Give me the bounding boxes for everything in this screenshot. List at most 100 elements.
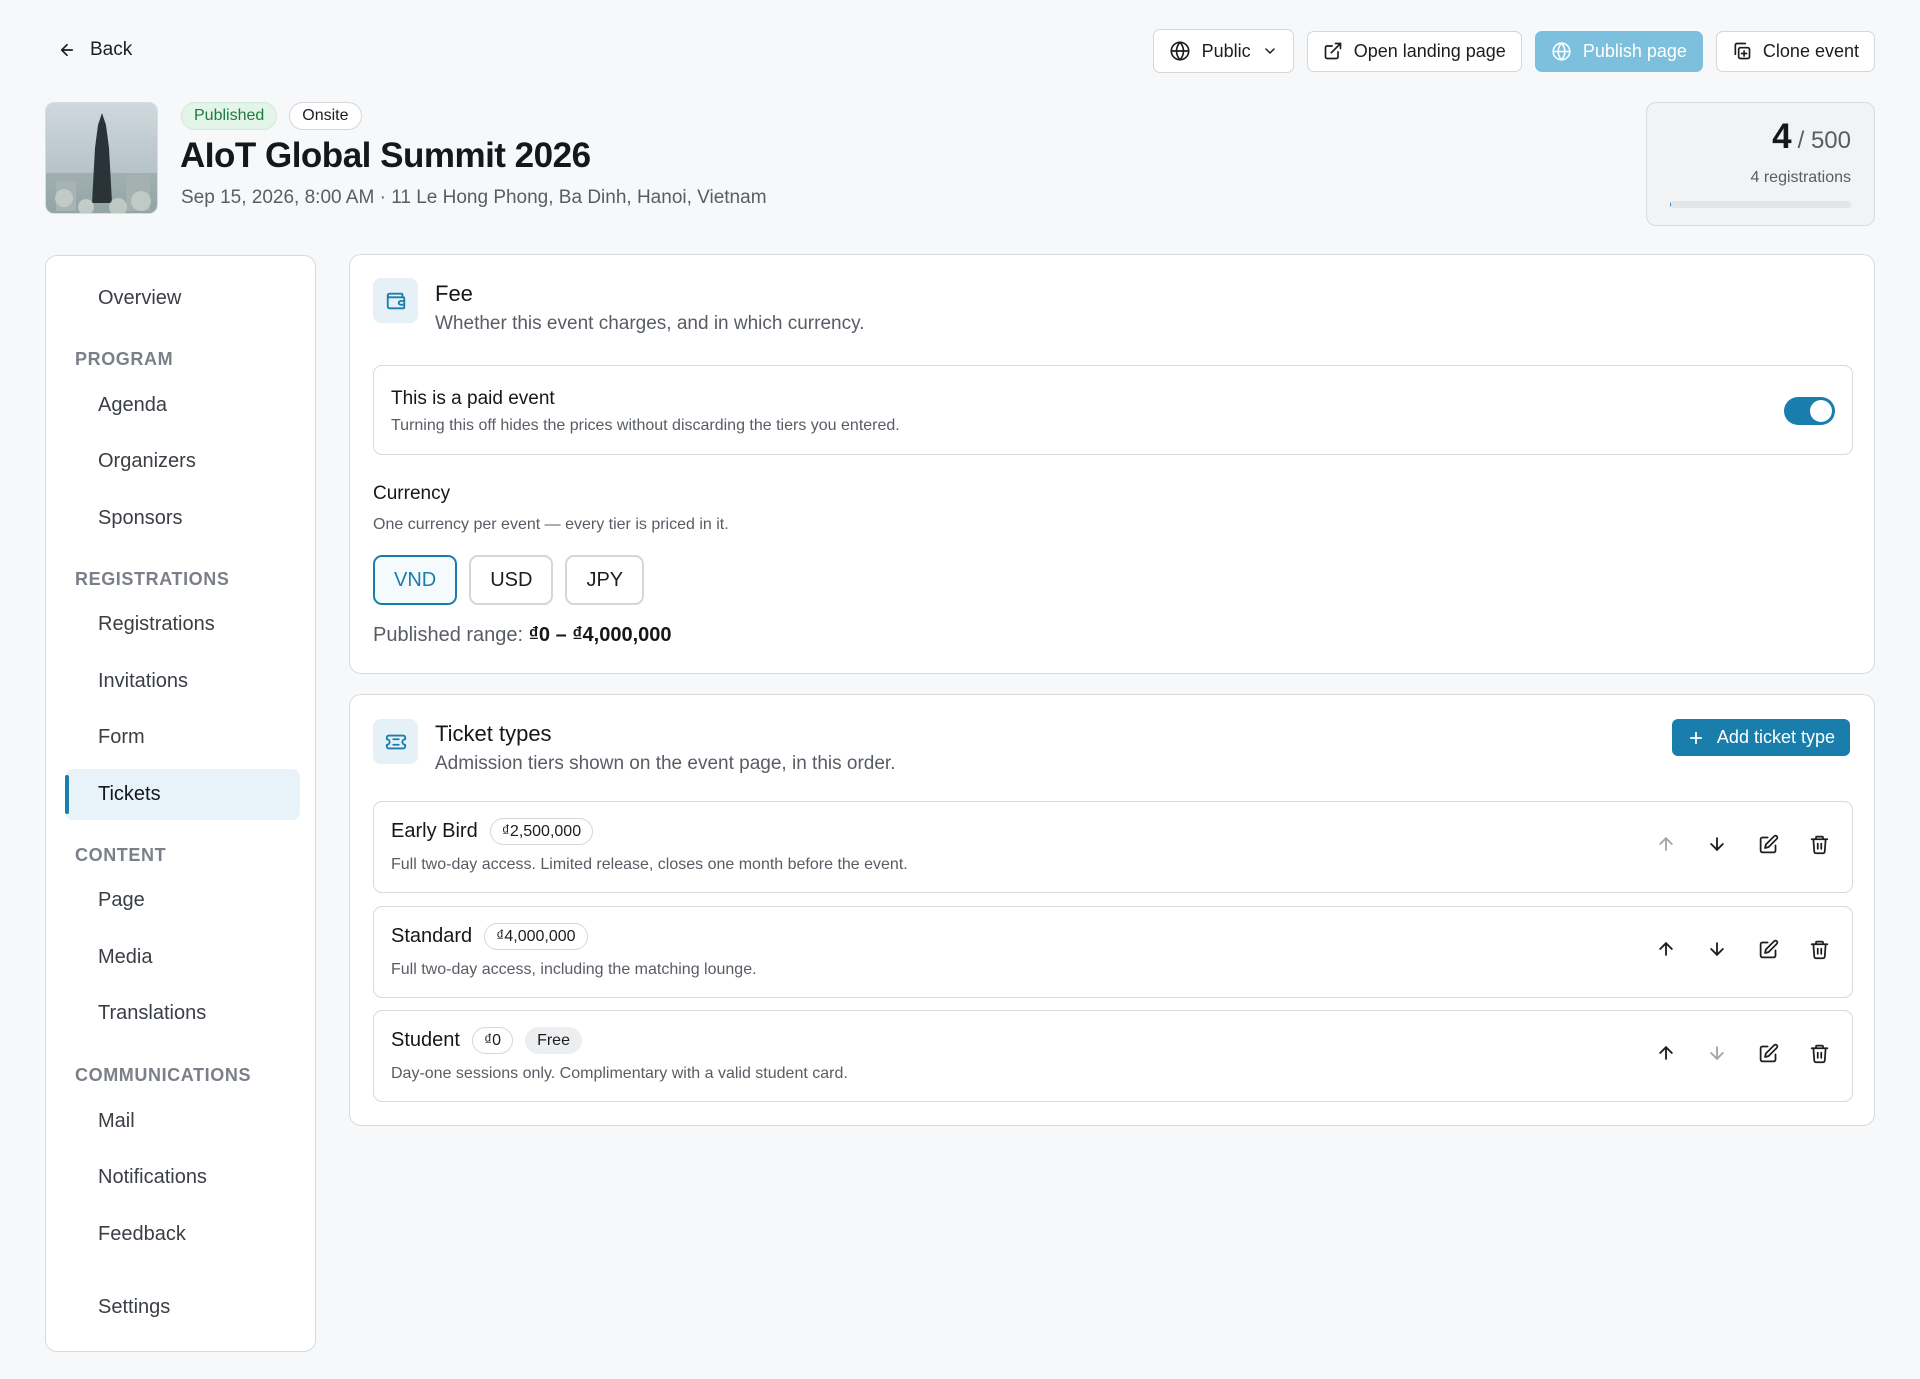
currency-label: Currency — [373, 483, 451, 504]
sidebar-item-mail[interactable]: Mail — [65, 1096, 300, 1147]
sidebar-item-label: Invitations — [98, 670, 189, 692]
free-badge: Free — [525, 1027, 582, 1054]
fee-title: Fee — [435, 281, 473, 306]
edit-icon — [1758, 1043, 1779, 1064]
published-range-value: ₫0 – ₫4,000,000 — [528, 624, 672, 646]
trash-icon — [1809, 939, 1830, 960]
edit-button[interactable] — [1754, 830, 1782, 858]
trash-icon — [1809, 834, 1830, 855]
external-link-icon — [1323, 41, 1343, 61]
sidebar-item-organizers[interactable]: Organizers — [65, 436, 300, 487]
ticket-row: Early Bird ₫2,500,000 Full two-day acces… — [373, 801, 1853, 893]
edit-button[interactable] — [1754, 935, 1782, 963]
sidebar-section-content: CONTENT — [75, 845, 167, 865]
registrations-count: 4 — [1772, 117, 1792, 156]
open-landing-button[interactable]: Open landing page — [1306, 30, 1522, 72]
top-actions: Public Open landing page Publish page Cl… — [1152, 29, 1875, 73]
sidebar-item-registrations[interactable]: Registrations — [65, 599, 300, 650]
publish-label: Publish page — [1582, 40, 1687, 61]
paid-event-toggle[interactable] — [1784, 397, 1835, 425]
ticket-description: Day-one sessions only. Complimentary wit… — [391, 1065, 848, 1082]
sidebar-section-communications: COMMUNICATIONS — [75, 1065, 252, 1085]
add-ticket-type-button[interactable]: Add ticket type — [1671, 719, 1850, 756]
sidebar-item-overview[interactable]: Overview — [65, 273, 300, 324]
registrations-count-line: 4 / 500 — [1772, 117, 1851, 157]
sidebar-item-translations[interactable]: Translations — [65, 988, 300, 1039]
move-up-button[interactable] — [1652, 830, 1680, 858]
sidebar-item-notifications[interactable]: Notifications — [65, 1152, 300, 1203]
paid-event-title: This is a paid event — [391, 388, 555, 409]
registrations-capacity: / 500 — [1797, 127, 1851, 154]
currency-option-jpy[interactable]: JPY — [565, 555, 645, 605]
delete-button[interactable] — [1805, 935, 1833, 963]
fee-panel: Fee Whether this event charges, and in w… — [349, 254, 1875, 674]
move-down-button[interactable] — [1703, 830, 1731, 858]
sidebar-item-page[interactable]: Page — [65, 875, 300, 926]
publish-page-button[interactable]: Publish page — [1534, 30, 1703, 72]
sidebar-item-label: Settings — [98, 1296, 171, 1318]
sidebar-item-sponsors[interactable]: Sponsors — [65, 493, 300, 544]
sidebar-item-label: Mail — [98, 1110, 135, 1132]
registrations-progress-fill — [1670, 201, 1672, 208]
visibility-select[interactable]: Public — [1152, 29, 1294, 73]
back-label: Back — [90, 39, 133, 60]
sidebar-item-form[interactable]: Form — [65, 712, 300, 763]
published-range: Published range: ₫0 – ₫4,000,000 — [373, 624, 672, 647]
sidebar-item-feedback[interactable]: Feedback — [65, 1209, 300, 1260]
sidebar-item-label: Organizers — [98, 450, 196, 472]
mode-badge: Onsite — [289, 102, 362, 130]
copy-icon — [1732, 41, 1752, 61]
ticket-header: Student ₫0 Free — [391, 1027, 582, 1054]
sidebar-item-media[interactable]: Media — [65, 932, 300, 983]
sidebar-item-label: Registrations — [98, 613, 215, 635]
sidebar-item-label: Page — [98, 889, 145, 911]
sidebar-item-label: Overview — [98, 287, 182, 309]
fee-description: Whether this event charges, and in which… — [435, 313, 865, 334]
edit-button[interactable] — [1754, 1039, 1782, 1067]
paid-event-description: Turning this off hides the prices withou… — [391, 417, 900, 434]
delete-button[interactable] — [1805, 830, 1833, 858]
registrations-progress-bar — [1670, 201, 1851, 208]
toggle-knob — [1810, 400, 1832, 422]
sidebar-item-tickets[interactable]: Tickets — [65, 769, 300, 820]
ticket-description: Full two-day access. Limited release, cl… — [391, 856, 908, 873]
wallet-icon — [373, 278, 418, 323]
ticket-row: Student ₫0 Free Day-one sessions only. C… — [373, 1010, 1853, 1102]
arrow-down-icon — [1707, 834, 1727, 854]
move-up-button[interactable] — [1652, 935, 1680, 963]
sidebar-item-label: Tickets — [98, 783, 161, 805]
registrations-stat-card: 4 / 500 4 registrations — [1646, 102, 1875, 226]
delete-button[interactable] — [1805, 1039, 1833, 1067]
ticket-header: Standard ₫4,000,000 — [391, 923, 588, 950]
ticket-header: Early Bird ₫2,500,000 — [391, 818, 594, 845]
arrow-down-icon — [1707, 1043, 1727, 1063]
sidebar-section-program: PROGRAM — [75, 349, 174, 369]
move-down-button[interactable] — [1703, 1039, 1731, 1067]
move-up-button[interactable] — [1652, 1039, 1680, 1067]
ticket-icon — [373, 719, 418, 764]
ticket-price: ₫4,000,000 — [484, 923, 588, 950]
trash-icon — [1809, 1043, 1830, 1064]
sidebar-item-label: Translations — [98, 1002, 207, 1024]
edit-icon — [1758, 939, 1779, 960]
sidebar-item-agenda[interactable]: Agenda — [65, 380, 300, 431]
sidebar-item-invitations[interactable]: Invitations — [65, 656, 300, 707]
ticket-name: Student — [391, 1029, 460, 1051]
published-range-label: Published range: — [373, 624, 524, 646]
currency-options: VND USD JPY — [373, 555, 645, 605]
currency-option-usd[interactable]: USD — [469, 555, 554, 605]
visibility-label: Public — [1201, 40, 1251, 61]
ticket-row: Standard ₫4,000,000 Full two-day access,… — [373, 906, 1853, 998]
ticket-description: Full two-day access, including the match… — [391, 961, 757, 978]
sidebar-item-settings[interactable]: Settings — [65, 1282, 300, 1333]
sidebar-item-label: Notifications — [98, 1166, 207, 1188]
ticket-actions — [1652, 830, 1833, 858]
edit-icon — [1758, 834, 1779, 855]
ticket-name: Standard — [391, 925, 473, 947]
currency-option-vnd[interactable]: VND — [373, 555, 458, 605]
arrow-up-icon — [1656, 939, 1676, 959]
clone-event-button[interactable]: Clone event — [1715, 30, 1875, 72]
move-down-button[interactable] — [1703, 935, 1731, 963]
back-button[interactable]: Back — [58, 34, 132, 66]
arrow-left-icon — [58, 41, 76, 59]
